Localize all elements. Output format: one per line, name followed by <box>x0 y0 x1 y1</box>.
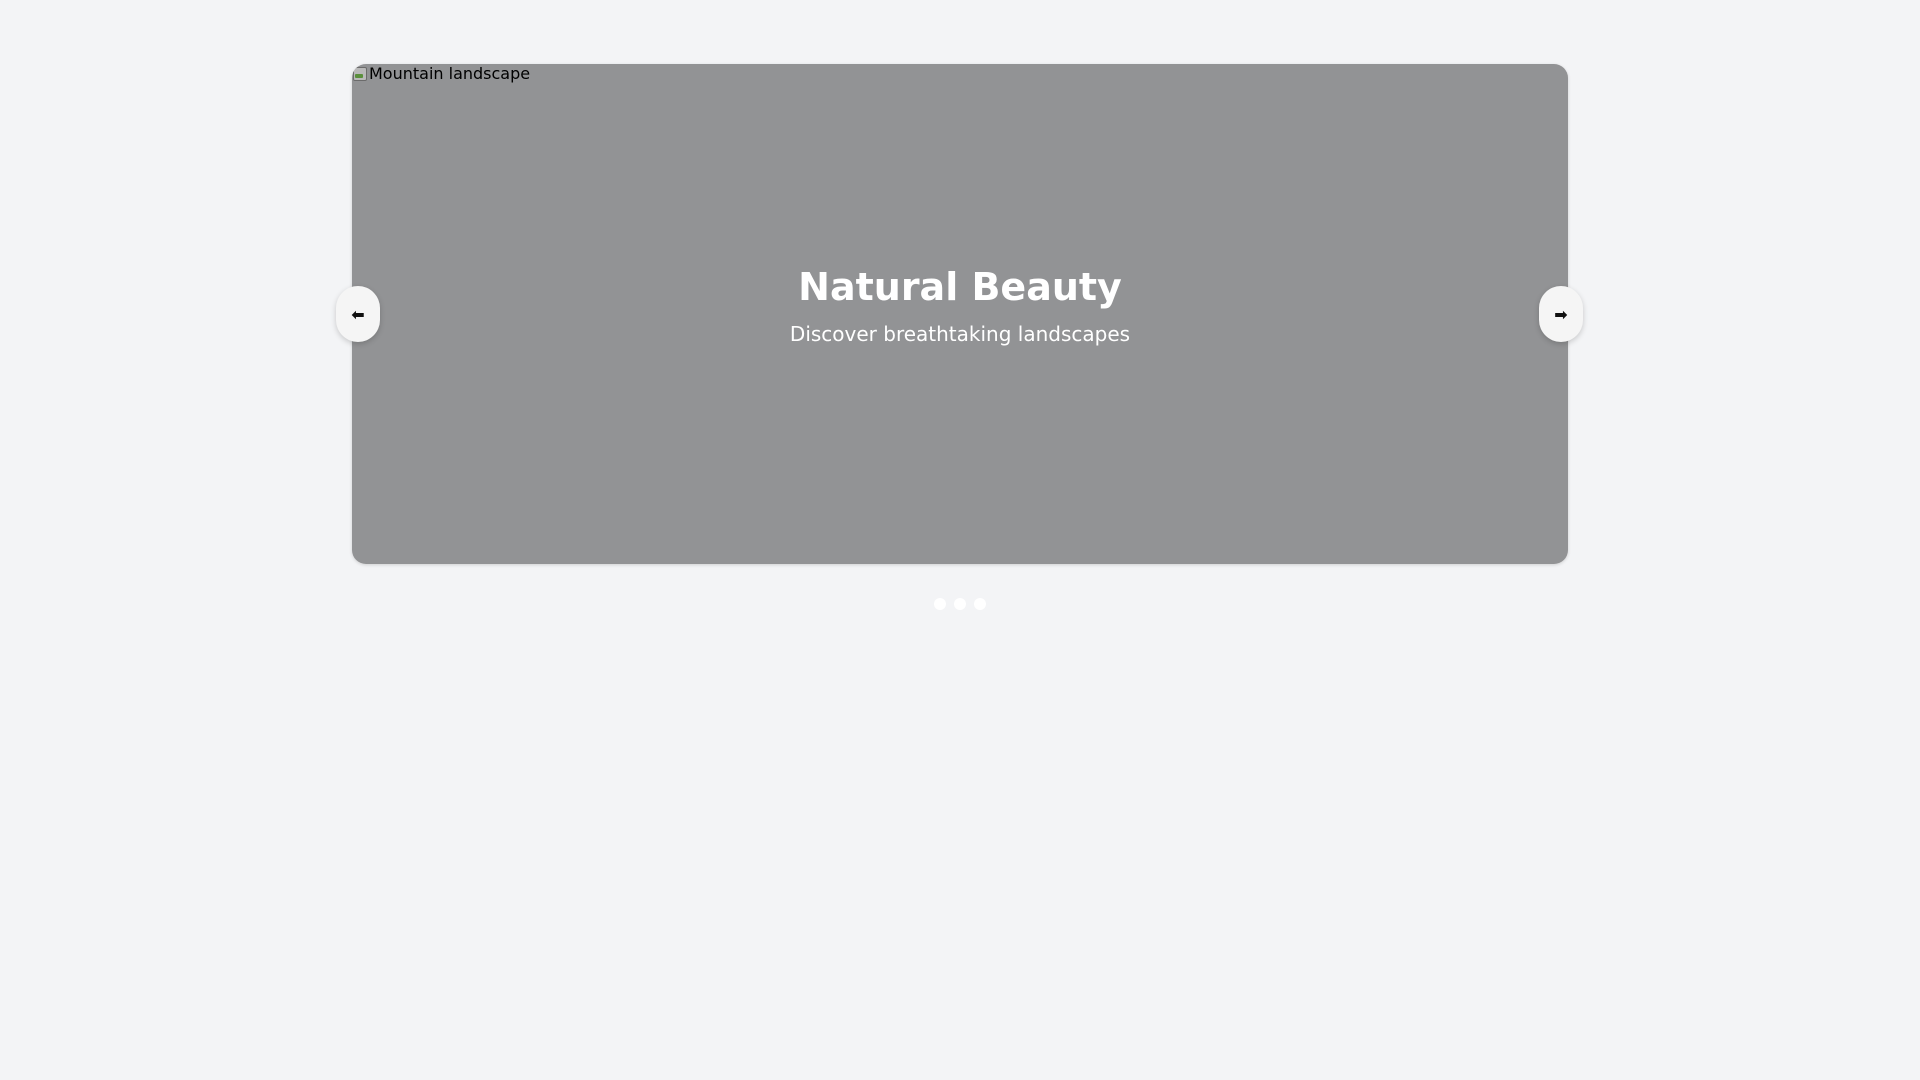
slide-caption: Natural Beauty Discover breathtaking lan… <box>352 264 1568 348</box>
arrow-left-icon: ⬅ <box>351 304 365 324</box>
slide-image: Mountain landscape <box>352 64 530 84</box>
slide-image-alt-text: Mountain landscape <box>369 64 531 83</box>
slide-subtitle: Discover breathtaking landscapes <box>789 322 1131 346</box>
slide-indicator-3[interactable] <box>974 598 986 610</box>
broken-image-icon <box>352 66 368 82</box>
carousel-slide: Mountain landscape Natural Beauty Discov… <box>352 64 1568 564</box>
slide-indicator-2[interactable] <box>954 598 966 610</box>
next-slide-button[interactable]: ➡ <box>1539 286 1583 342</box>
slide-title: Natural Beauty <box>798 265 1122 309</box>
image-carousel: Mountain landscape Natural Beauty Discov… <box>336 64 1583 610</box>
slide-indicators <box>352 598 1568 610</box>
arrow-right-icon: ➡ <box>1554 304 1568 324</box>
previous-slide-button[interactable]: ⬅ <box>336 286 380 342</box>
slide-indicator-1[interactable] <box>934 598 946 610</box>
